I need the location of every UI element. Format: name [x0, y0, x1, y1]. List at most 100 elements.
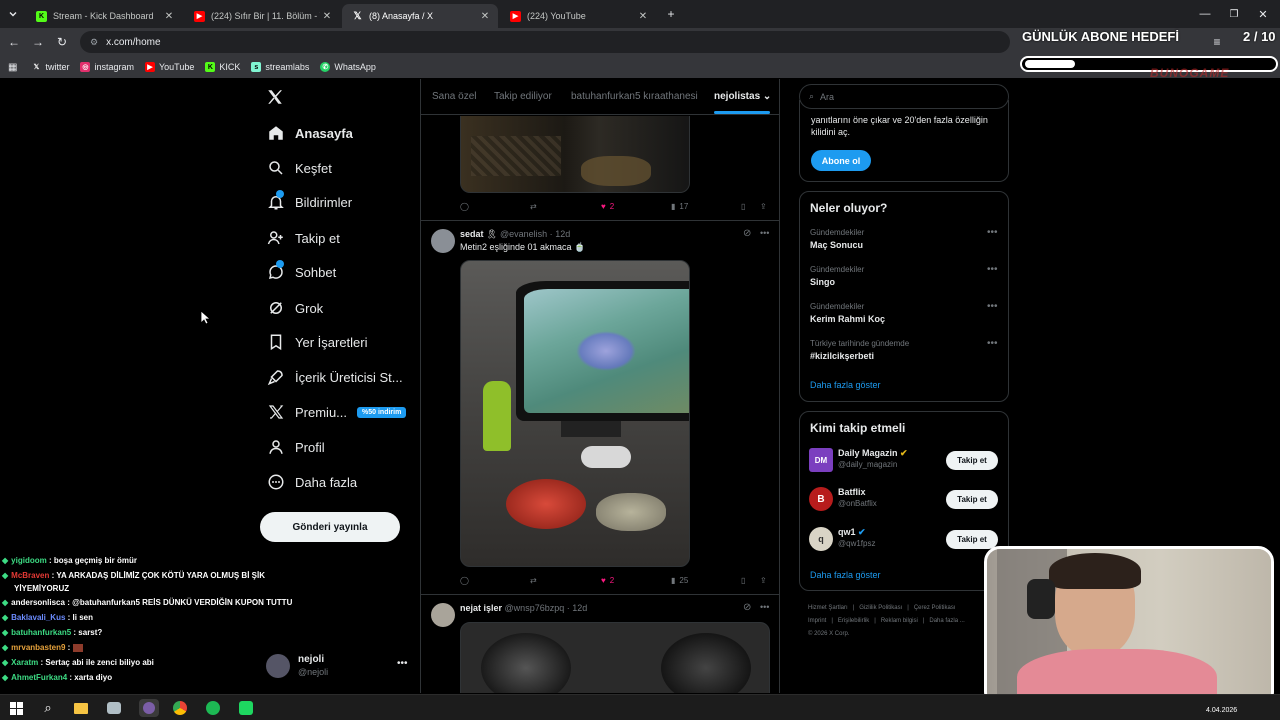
- close-icon[interactable]: ✕: [162, 11, 176, 22]
- bookmark-instagram[interactable]: ◎ instagram: [80, 62, 134, 72]
- sidebar-item-grok[interactable]: Grok: [266, 294, 323, 322]
- sidebar-item-chat[interactable]: Sohbet: [266, 258, 336, 286]
- trend-item[interactable]: Gündemdekiler Maç Sonucu •••: [810, 227, 1000, 258]
- grok-icon[interactable]: ⊘: [743, 602, 751, 613]
- more-icon[interactable]: •••: [760, 602, 769, 612]
- footer-link[interactable]: Hizmet Şartları: [808, 605, 848, 611]
- reload-button[interactable]: ↻: [53, 33, 71, 51]
- more-icon[interactable]: •••: [987, 264, 998, 275]
- like-button[interactable]: ♥ 2: [601, 202, 614, 211]
- post-image[interactable]: [460, 260, 690, 567]
- follow-suggestion[interactable]: q qw1 ✔ @qw1fpsz Takip et: [809, 527, 1001, 553]
- repost-button[interactable]: ⇄: [530, 576, 537, 585]
- close-icon[interactable]: ✕: [320, 11, 334, 22]
- maximize-button[interactable]: ❐: [1225, 5, 1243, 23]
- app2-button[interactable]: [238, 700, 254, 716]
- trends-show-more[interactable]: Daha fazla göster: [810, 380, 881, 390]
- start-button[interactable]: [8, 700, 24, 716]
- post-author-handle[interactable]: @wnsp76bzpq: [505, 603, 565, 613]
- chat-username[interactable]: Xaratm: [11, 658, 38, 667]
- footer-link[interactable]: Imprint: [808, 618, 826, 624]
- bookmark-button[interactable]: ▯: [741, 576, 745, 585]
- bookmark-youtube[interactable]: ▶ YouTube: [144, 62, 194, 72]
- address-bar[interactable]: ⚙ x.com/home: [80, 31, 1010, 53]
- more-icon[interactable]: •••: [987, 227, 998, 238]
- repost-button[interactable]: ⇄: [530, 202, 537, 211]
- views-button[interactable]: ▮ 25: [671, 576, 688, 585]
- tab-list-kiraathane[interactable]: batuhanfurkan5 kıraathanesi: [571, 91, 698, 102]
- reply-button[interactable]: ◯: [460, 576, 469, 585]
- app-button[interactable]: [106, 700, 122, 716]
- browser-tab-x[interactable]: 𝕏 (8) Anasayfa / X ✕: [342, 4, 498, 28]
- apps-grid-icon[interactable]: ▦: [8, 62, 17, 73]
- post-time[interactable]: 12d: [572, 603, 587, 613]
- bookmark-streamlabs[interactable]: s streamlabs: [251, 62, 309, 72]
- chrome-button[interactable]: [172, 700, 188, 716]
- subscribe-button[interactable]: Abone ol: [811, 150, 871, 171]
- footer-link[interactable]: Daha fazla ...: [929, 618, 964, 624]
- close-icon[interactable]: ✕: [636, 11, 650, 22]
- new-tab-button[interactable]: +: [662, 5, 680, 23]
- post-author-handle[interactable]: @evanelish: [500, 229, 547, 239]
- footer-link[interactable]: Reklam bilgisi: [881, 618, 918, 624]
- obs-button[interactable]: [139, 699, 159, 717]
- media-button[interactable]: ≡: [1208, 33, 1226, 51]
- post-author-name[interactable]: nejat işler: [460, 603, 502, 613]
- minimize-button[interactable]: —: [1196, 5, 1214, 23]
- follow-button[interactable]: Takip et: [946, 451, 998, 470]
- footer-link[interactable]: Çerez Politikası: [914, 605, 956, 611]
- avatar[interactable]: [431, 603, 455, 627]
- x-logo[interactable]: [266, 88, 286, 108]
- chat-username[interactable]: andersonlisca: [11, 598, 65, 607]
- file-explorer-button[interactable]: [73, 700, 89, 716]
- spotify-button[interactable]: [205, 700, 221, 716]
- back-button[interactable]: ←: [5, 33, 23, 51]
- follow-suggestion[interactable]: DM Daily Magazin ✔ @daily_magazin Takip et: [809, 448, 1001, 474]
- post-button[interactable]: Gönderi yayınla: [260, 512, 400, 542]
- post-image[interactable]: [460, 116, 690, 193]
- follow-button[interactable]: Takip et: [946, 530, 998, 549]
- share-button[interactable]: ⇪: [760, 576, 767, 585]
- chat-username[interactable]: yigidoom: [11, 556, 47, 565]
- tab-for-you[interactable]: Sana özel: [432, 91, 476, 102]
- follow-button[interactable]: Takip et: [946, 490, 998, 509]
- like-button[interactable]: ♥ 2: [601, 576, 614, 585]
- follow-show-more[interactable]: Daha fazla göster: [810, 570, 881, 580]
- bookmark-kick[interactable]: K KICK: [205, 62, 240, 72]
- sidebar-item-rocket[interactable]: İçerik Üreticisi St...: [266, 363, 403, 391]
- trend-item[interactable]: Gündemdekiler Kerim Rahmi Koç •••: [810, 301, 1000, 332]
- more-icon[interactable]: •••: [987, 338, 998, 349]
- bookmark-twitter[interactable]: 𝕏twitter: [31, 62, 70, 72]
- views-button[interactable]: ▮ 17: [671, 202, 688, 211]
- sidebar-item-x[interactable]: Premiu... %50 indirim: [266, 398, 407, 426]
- grok-icon[interactable]: ⊘: [743, 228, 751, 239]
- tab-nejolistas[interactable]: nejolistas ⌄: [714, 91, 771, 102]
- browser-tab-youtube-episode[interactable]: ▶ (224) Sıfır Bir | 11. Bölüm - YouTube …: [184, 4, 340, 28]
- more-icon[interactable]: •••: [987, 301, 998, 312]
- chat-username[interactable]: mrvanbasten9: [11, 643, 65, 652]
- tab-search-button[interactable]: [4, 5, 22, 23]
- sidebar-item-home[interactable]: Anasayfa: [266, 119, 353, 147]
- trend-item[interactable]: Gündemdekiler Singo •••: [810, 264, 1000, 295]
- window-close-button[interactable]: ✕: [1254, 5, 1272, 23]
- search-button[interactable]: ⌕: [40, 700, 56, 716]
- forward-button[interactable]: →: [29, 33, 47, 51]
- trend-item[interactable]: Türkiye tarihinde gündemde #kizilcikşerbe…: [810, 338, 1000, 369]
- sidebar-item-more-circle[interactable]: Daha fazla: [266, 468, 357, 496]
- footer-link[interactable]: Gizlilik Politikası: [859, 605, 902, 611]
- bookmark-button[interactable]: ▯: [741, 202, 745, 211]
- chat-username[interactable]: batuhanfurkan5: [11, 628, 71, 637]
- sidebar-item-search[interactable]: Keşfet: [266, 154, 332, 182]
- reply-button[interactable]: ◯: [460, 202, 469, 211]
- chat-username[interactable]: McBraven: [11, 571, 49, 580]
- post-image[interactable]: [460, 622, 770, 693]
- browser-tab-youtube[interactable]: ▶ (224) YouTube ✕: [500, 4, 656, 28]
- chat-username[interactable]: Baklavali_Kus: [11, 613, 65, 622]
- footer-link[interactable]: Erişilebilirlik: [838, 618, 869, 624]
- sidebar-item-follow[interactable]: Takip et: [266, 224, 340, 252]
- more-icon[interactable]: •••: [760, 228, 769, 238]
- follow-suggestion[interactable]: B Batflix @onBatflix Takip et: [809, 487, 1001, 513]
- tab-following[interactable]: Takip ediliyor: [494, 91, 552, 102]
- post-author-name[interactable]: sedat: [460, 229, 484, 239]
- share-button[interactable]: ⇪: [760, 202, 767, 211]
